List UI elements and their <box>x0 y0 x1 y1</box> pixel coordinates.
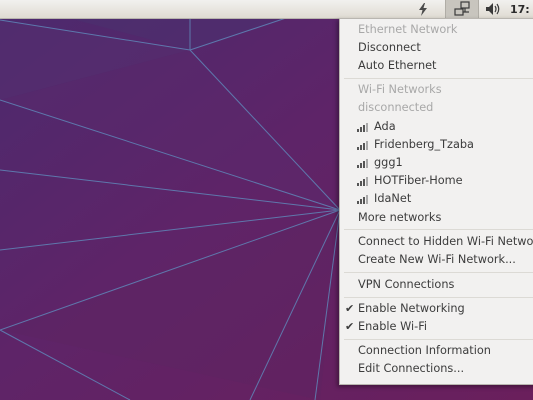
wifi-signal-icon <box>357 176 371 186</box>
speaker-icon[interactable] <box>481 0 507 18</box>
check-icon: ✔ <box>345 302 355 315</box>
network-name: Ada <box>374 120 396 133</box>
network-name: Fridenberg_Tzaba <box>374 138 474 151</box>
wifi-status: disconnected <box>358 101 434 114</box>
enable-wifi-item[interactable]: ✔ Enable Wi-Fi <box>340 318 533 336</box>
clock[interactable]: 17: <box>510 0 533 18</box>
connect-hidden-wifi-item[interactable]: Connect to Hidden Wi-Fi Network... <box>340 233 533 251</box>
wifi-signal-icon <box>357 122 371 132</box>
create-new-wifi-item[interactable]: Create New Wi-Fi Network... <box>340 251 533 269</box>
network-name: IdaNet <box>374 192 412 205</box>
check-icon: ✔ <box>345 320 355 333</box>
separator <box>344 229 533 230</box>
auto-ethernet-item[interactable]: Auto Ethernet <box>340 57 533 75</box>
wifi-network-item[interactable]: IdaNet <box>340 190 533 208</box>
separator <box>344 297 533 298</box>
network-menu: Ethernet Network Disconnect Auto Etherne… <box>339 18 533 385</box>
lightning-icon[interactable] <box>412 0 434 18</box>
ethernet-header: Ethernet Network <box>358 23 458 36</box>
separator <box>344 339 533 340</box>
more-networks-item[interactable]: More networks <box>340 209 533 227</box>
wifi-signal-icon <box>357 140 371 150</box>
wifi-signal-icon <box>357 194 371 204</box>
enable-wifi-label: Enable Wi-Fi <box>358 320 428 333</box>
wifi-network-item[interactable]: ggg1 <box>340 154 533 172</box>
wifi-header: Wi-Fi Networks <box>358 83 442 96</box>
connection-information-item[interactable]: Connection Information <box>340 342 533 360</box>
separator <box>344 78 533 79</box>
separator <box>344 272 533 273</box>
edit-connections-item[interactable]: Edit Connections... <box>340 360 533 378</box>
vpn-connections-item[interactable]: VPN Connections <box>340 276 533 294</box>
enable-networking-label: Enable Networking <box>358 302 465 315</box>
top-panel: 17: <box>0 0 533 19</box>
wifi-signal-icon <box>357 158 371 168</box>
wifi-network-item[interactable]: Ada <box>340 118 533 136</box>
wifi-network-item[interactable]: HOTFiber-Home <box>340 172 533 190</box>
disconnect-item[interactable]: Disconnect <box>340 39 533 57</box>
enable-networking-item[interactable]: ✔ Enable Networking <box>340 300 533 318</box>
network-name: ggg1 <box>374 156 403 169</box>
wifi-network-item[interactable]: Fridenberg_Tzaba <box>340 136 533 154</box>
network-wired-icon[interactable] <box>445 0 479 18</box>
network-name: HOTFiber-Home <box>374 174 463 187</box>
